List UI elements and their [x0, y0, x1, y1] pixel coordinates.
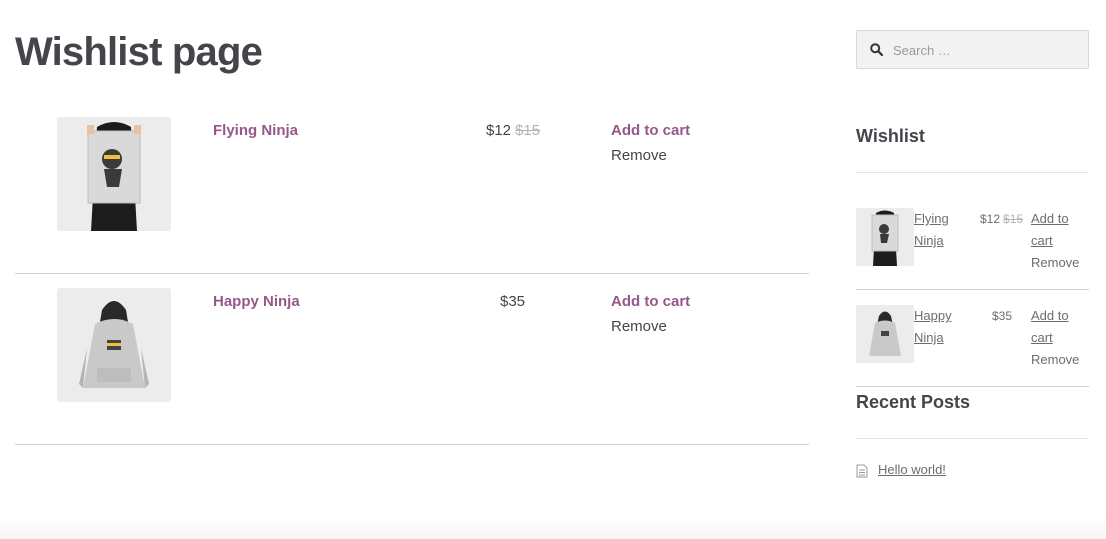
old-price: $15: [515, 122, 541, 139]
search-input[interactable]: [891, 39, 1085, 61]
document-icon: [856, 464, 868, 483]
current-price: $35: [992, 309, 1013, 323]
wishlist-remove-link[interactable]: Remove: [1031, 349, 1079, 371]
current-price: $12: [980, 212, 1001, 226]
current-price: $35: [500, 293, 526, 310]
wishlist-remove-link[interactable]: Remove: [1031, 252, 1079, 274]
page-title: Wishlist page: [15, 30, 263, 74]
wishlist-price: $12 $15: [980, 208, 1023, 230]
product-thumbnail[interactable]: [856, 208, 914, 266]
product-link[interactable]: Happy Ninja: [213, 293, 300, 310]
old-price: $15: [1003, 212, 1024, 226]
wishlist-row: Happy Ninja $35 Add to cart Remove: [15, 273, 809, 445]
wishlist-add-to-cart-link[interactable]: Add to cart: [1031, 208, 1081, 252]
current-price: $12: [486, 122, 512, 139]
search-icon: [870, 43, 884, 61]
add-to-cart-button[interactable]: Add to cart: [611, 122, 690, 139]
divider: [856, 289, 1089, 290]
footer: [0, 517, 1106, 539]
product-image-flying-ninja[interactable]: [57, 117, 171, 231]
search-field[interactable]: [856, 30, 1089, 69]
product-link[interactable]: Flying Ninja: [213, 122, 298, 139]
wishlist-price: $35: [992, 305, 1012, 327]
wishlist-widget-title: Wishlist: [856, 126, 925, 146]
add-to-cart-button[interactable]: Add to cart: [611, 293, 690, 310]
wishlist-widget-item: Happy Ninja $35 Add to cart Remove: [856, 305, 1089, 402]
remove-button[interactable]: Remove: [611, 318, 667, 335]
recent-posts-title: Recent Posts: [856, 392, 971, 412]
wishlist-row: Flying Ninja $12 $15 Add to cart Remove: [15, 102, 809, 274]
product-thumbnail[interactable]: [856, 305, 914, 363]
wishlist-product-link[interactable]: Happy Ninja: [914, 305, 969, 349]
product-price: $35: [500, 293, 525, 310]
wishlist-product-link[interactable]: Flying Ninja: [914, 208, 969, 252]
divider: [856, 172, 1089, 173]
wishlist-widget-item: Flying Ninja $12 $15 Add to cart Remove: [856, 208, 1089, 305]
recent-post-link[interactable]: Hello world!: [878, 462, 946, 477]
product-price: $12 $15: [486, 122, 540, 139]
product-image-happy-ninja[interactable]: [57, 288, 171, 402]
remove-button[interactable]: Remove: [611, 147, 667, 164]
divider: [856, 438, 1089, 439]
wishlist-add-to-cart-link[interactable]: Add to cart: [1031, 305, 1081, 349]
divider: [856, 386, 1089, 387]
